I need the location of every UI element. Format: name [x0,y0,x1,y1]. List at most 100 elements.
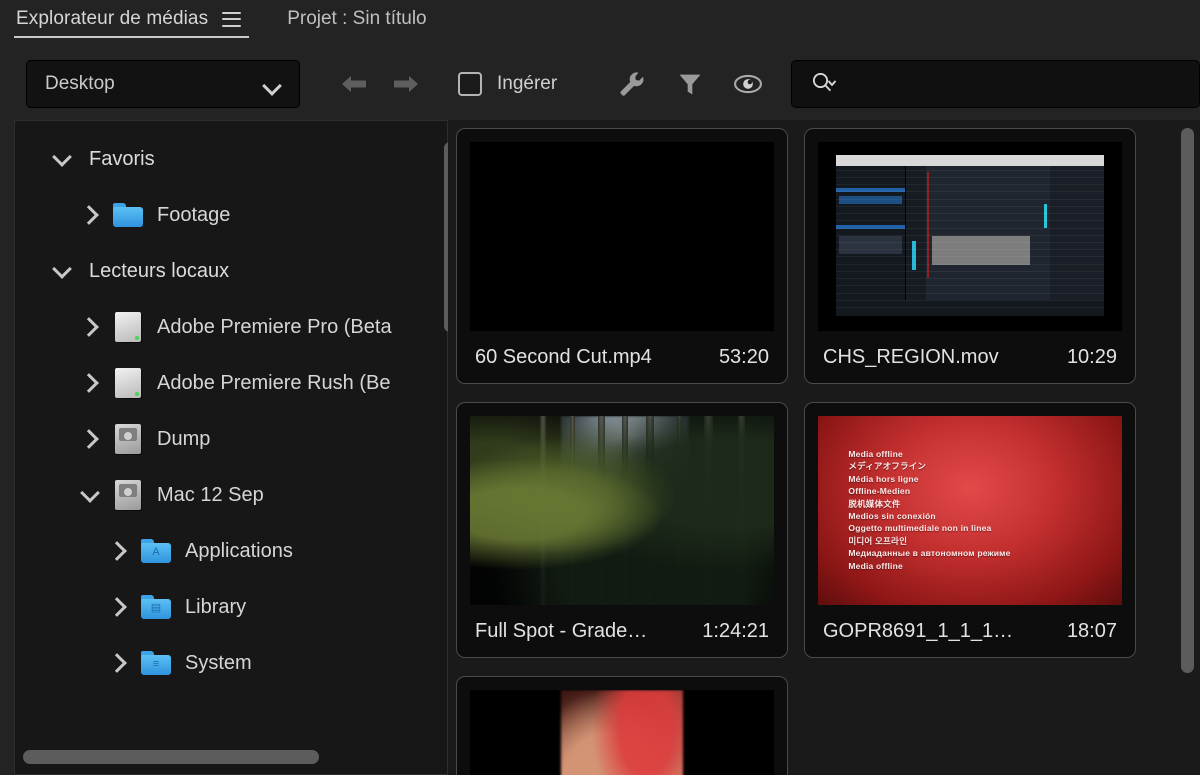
media-offline-line: Média hors ligne [848,473,919,484]
hard-drive-icon [107,424,149,454]
sidebar-horizontal-scrollbar-thumb[interactable] [23,750,319,764]
location-dropdown[interactable]: Desktop [26,60,300,108]
chevron-right-icon[interactable] [73,310,107,344]
ssd-drive-icon [107,368,149,398]
tree-item[interactable]: Lecteurs locaux [15,243,447,299]
chevron-down-icon[interactable] [45,254,79,288]
search-input[interactable] [846,61,1199,107]
thumbnail-app-screenshot [818,142,1122,331]
search-field[interactable] [791,60,1200,108]
tree-item-label: Applications [185,539,293,562]
chevron-right-icon[interactable] [73,422,107,456]
media-card[interactable]: 60 Second Cut.mp4 53:20 [456,128,788,384]
thumbnail-media-offline: Media offline メディアオフライン Média hors ligne Of… [818,416,1122,605]
tree-item-label: Lecteurs locaux [89,259,230,282]
tree-item[interactable]: A Applications [15,523,447,579]
folder-icon: ▤ [135,595,177,619]
chevron-down-icon[interactable] [73,478,107,512]
ssd-drive-icon [107,312,149,342]
media-card-thumbnail [818,142,1122,331]
media-card-meta: CHS_REGION.mov 10:29 [805,331,1135,383]
toolbar: Desktop Ingérer [0,48,1200,120]
tree-item[interactable]: Adobe Premiere Rush (Be [15,355,447,411]
media-card-thumbnail [470,416,774,605]
media-card-meta: 60 Second Cut.mp4 53:20 [457,331,787,383]
media-card-name: GOPR8691_1_1_1… [823,619,1014,642]
visibility-button[interactable] [719,63,777,105]
tree-item[interactable]: Dump [15,411,447,467]
chevron-right-icon[interactable] [73,366,107,400]
chevron-right-icon[interactable] [101,590,135,624]
folder-icon: ≡ [135,651,177,675]
app-screenshot-art [836,155,1104,316]
eye-visibility-icon [734,74,763,94]
tree-item[interactable]: Footage [15,187,447,243]
hamburger-icon[interactable] [222,11,242,27]
location-dropdown-value: Desktop [45,73,115,94]
grid-vertical-scrollbar-thumb[interactable] [1181,128,1194,673]
arrow-right-icon [394,76,418,92]
media-card-name: 60 Second Cut.mp4 [475,345,652,368]
wrench-icon [620,72,644,96]
forward-button[interactable] [388,66,424,102]
chevron-right-icon[interactable] [101,646,135,680]
folder-icon: A [135,539,177,563]
media-offline-line: 脱机媒体文件 [848,498,901,509]
filter-button[interactable] [661,63,719,105]
tab-media-browser[interactable]: Explorateur de médias [14,6,250,38]
sidebar-horizontal-scrollbar[interactable] [15,740,447,774]
tree-item[interactable]: Adobe Premiere Pro (Beta [15,299,447,355]
warm-portrait-art [561,690,683,775]
media-card[interactable]: Media offline メディアオフライン Média hors ligne Of… [804,402,1136,658]
media-card-duration: 1:24:21 [702,619,769,642]
media-card[interactable]: Full Spot - Grade… 1:24:21 [456,402,788,658]
tab-project[interactable]: Projet : Sin título [249,6,436,38]
wrench-button[interactable] [603,63,661,105]
media-card-thumbnail [470,142,774,331]
media-card[interactable]: CHS_REGION.mov 10:29 [804,128,1136,384]
forest-canopy [470,416,774,605]
tree-item[interactable]: Favoris [15,131,447,187]
sidebar-vertical-scrollbar[interactable] [431,129,456,729]
funnel-filter-icon [679,74,701,95]
folder-tree-panel: Favoris Footage Lecteurs locaux Adobe Premi… [14,120,456,775]
toolbar-icons [603,63,777,105]
thumbnail-forest [470,416,774,605]
grid-vertical-scrollbar[interactable] [1181,128,1194,688]
media-card-meta: GOPR8691_1_1_1… 18:07 [805,605,1135,657]
chevron-right-icon[interactable] [101,534,135,568]
chevron-down-icon[interactable] [45,142,79,176]
media-offline-line: Медиаданные в автономном режиме [848,548,1011,559]
media-card-meta: Full Spot - Grade… 1:24:21 [457,605,787,657]
media-card-name: CHS_REGION.mov [823,345,999,368]
chevron-right-icon[interactable] [73,198,107,232]
tree-item[interactable]: ≡ System [15,635,447,691]
ingest-checkbox[interactable] [458,72,482,96]
media-card-duration: 18:07 [1066,619,1117,642]
media-card[interactable] [456,676,788,775]
tab-project-label: Projet : Sin título [287,8,427,29]
media-card-duration: 10:29 [1066,345,1117,368]
media-card-duration: 53:20 [718,345,769,368]
ingest-label: Ingérer [497,73,558,94]
media-card-name: Full Spot - Grade… [475,619,648,642]
media-offline-line: 미디어 오프라인 [848,535,908,546]
media-offline-line: Medios sin conexión [848,511,936,521]
media-card-thumbnail [470,690,774,775]
folder-tree: Favoris Footage Lecteurs locaux Adobe Premi… [15,121,447,740]
chevron-down-icon [264,79,281,89]
back-button[interactable] [336,66,372,102]
hard-drive-icon [107,480,149,510]
media-offline-line: メディアオフライン [848,461,927,472]
tree-item[interactable]: ▤ Library [15,579,447,635]
tab-bar: Explorateur de médias Projet : Sin títul… [0,0,1200,48]
tree-item-label: Dump [157,427,211,450]
ingest-control[interactable]: Ingérer [458,72,557,96]
tree-item-label: Adobe Premiere Rush (Be [157,371,391,394]
media-grid-panel: 60 Second Cut.mp4 53:20 CHS_REGION.mov 10:2… [448,120,1200,775]
thumbnail-warm-portrait [470,690,774,775]
media-offline-line: Media offline [848,560,903,571]
tree-item-label: Library [185,595,247,618]
tree-item[interactable]: Mac 12 Sep [15,467,447,523]
media-grid: 60 Second Cut.mp4 53:20 CHS_REGION.mov 10:2… [456,128,1200,775]
